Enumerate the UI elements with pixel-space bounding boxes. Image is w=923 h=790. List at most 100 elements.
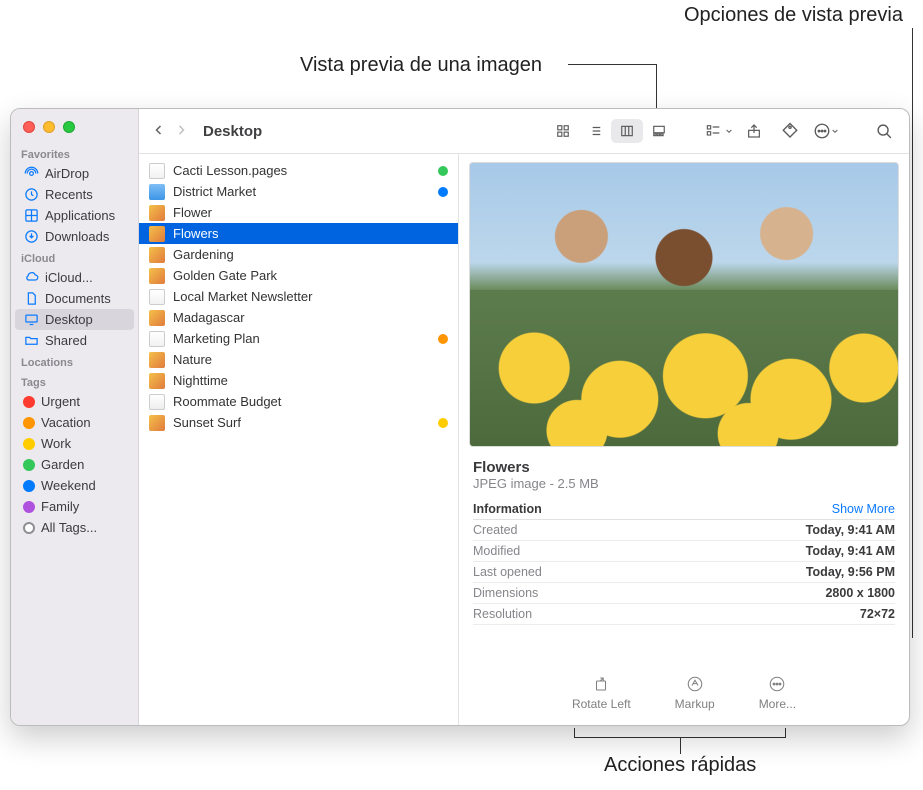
tag-dot-icon xyxy=(23,522,35,534)
tag-dot-icon xyxy=(23,438,35,450)
sidebar-tag-family[interactable]: Family xyxy=(15,496,134,517)
qa-label: Rotate Left xyxy=(572,697,631,711)
toolbar: Desktop xyxy=(139,109,909,154)
sidebar-item-airdrop[interactable]: AirDrop xyxy=(15,163,134,184)
file-tag-dot xyxy=(438,166,448,176)
view-column-button[interactable] xyxy=(611,119,643,143)
callout-line xyxy=(680,738,681,754)
file-row[interactable]: Local Market Newsletter xyxy=(139,286,458,307)
sidebar-tag-vacation[interactable]: Vacation xyxy=(15,412,134,433)
sidebar-item-label: Weekend xyxy=(41,478,96,493)
markup-action[interactable]: Markup xyxy=(675,675,715,711)
file-icon xyxy=(149,268,165,284)
sidebar-heading-favorites: Favorites xyxy=(11,143,138,163)
share-button[interactable] xyxy=(739,122,769,140)
file-row[interactable]: Cacti Lesson.pages xyxy=(139,160,458,181)
file-row[interactable]: Marketing Plan xyxy=(139,328,458,349)
file-icon xyxy=(149,310,165,326)
sidebar-item-recents[interactable]: Recents xyxy=(15,184,134,205)
tag-dot-icon xyxy=(23,501,35,513)
airdrop-icon xyxy=(23,166,39,181)
sidebar-tag-all-tags-[interactable]: All Tags... xyxy=(15,517,134,538)
apps-icon xyxy=(23,208,39,223)
sidebar-item-desktop[interactable]: Desktop xyxy=(15,309,134,330)
file-tag-dot xyxy=(438,334,448,344)
file-icon xyxy=(149,331,165,347)
file-name: Nature xyxy=(173,352,212,367)
file-row[interactable]: Madagascar xyxy=(139,307,458,328)
quick-actions: Rotate Left Markup More... xyxy=(473,663,895,725)
view-gallery-button[interactable] xyxy=(643,119,675,143)
sidebar-item-downloads[interactable]: Downloads xyxy=(15,226,134,247)
view-list-button[interactable] xyxy=(579,119,611,143)
sidebar-item-label: Work xyxy=(41,436,71,451)
show-more-button[interactable]: Show More xyxy=(832,502,895,516)
main-area: Desktop Cacti Lesson.pages District Marke… xyxy=(139,109,909,725)
info-value: 72×72 xyxy=(860,607,895,621)
sidebar-item-icloud-drive[interactable]: iCloud... xyxy=(15,267,134,288)
sidebar-item-label: Desktop xyxy=(45,312,93,327)
sidebar-item-label: Garden xyxy=(41,457,84,472)
file-name: Marketing Plan xyxy=(173,331,260,346)
preview-subtitle: JPEG image - 2.5 MB xyxy=(473,476,895,491)
sidebar-item-label: Applications xyxy=(45,208,115,223)
file-icon xyxy=(149,226,165,242)
sidebar-item-documents[interactable]: Documents xyxy=(15,288,134,309)
file-row[interactable]: Golden Gate Park xyxy=(139,265,458,286)
file-row[interactable]: Flower xyxy=(139,202,458,223)
rotate-icon xyxy=(592,675,610,693)
info-value: Today, 9:41 AM xyxy=(806,544,895,558)
sidebar-tag-weekend[interactable]: Weekend xyxy=(15,475,134,496)
sidebar-tag-work[interactable]: Work xyxy=(15,433,134,454)
back-button[interactable] xyxy=(153,123,165,140)
window-title: Desktop xyxy=(203,123,262,140)
file-row[interactable]: Nature xyxy=(139,349,458,370)
sidebar-tag-garden[interactable]: Garden xyxy=(15,454,134,475)
file-icon xyxy=(149,247,165,263)
callout-line xyxy=(568,64,656,65)
view-mode-segment xyxy=(547,119,675,143)
markup-icon xyxy=(686,675,704,693)
file-row[interactable]: Roommate Budget xyxy=(139,391,458,412)
minimize-button[interactable] xyxy=(43,121,55,133)
clock-icon xyxy=(23,187,39,202)
info-key: Dimensions xyxy=(473,586,538,600)
info-row: Dimensions2800 x 1800 xyxy=(473,583,895,604)
sidebar-item-shared[interactable]: Shared xyxy=(15,330,134,351)
tag-dot-icon xyxy=(23,417,35,429)
file-row[interactable]: Nighttime xyxy=(139,370,458,391)
view-icon-button[interactable] xyxy=(547,119,579,143)
file-row[interactable]: Flowers xyxy=(139,223,458,244)
more-action[interactable]: More... xyxy=(759,675,796,711)
file-icon xyxy=(149,163,165,179)
file-row[interactable]: Sunset Surf xyxy=(139,412,458,433)
action-button[interactable] xyxy=(811,122,841,140)
zoom-button[interactable] xyxy=(63,121,75,133)
file-name: Roommate Budget xyxy=(173,394,281,409)
group-button[interactable] xyxy=(703,123,733,139)
forward-button[interactable] xyxy=(175,123,187,140)
nav-buttons xyxy=(149,123,191,140)
sidebar-item-label: Vacation xyxy=(41,415,91,430)
file-row[interactable]: Gardening xyxy=(139,244,458,265)
sidebar-item-label: Recents xyxy=(45,187,93,202)
sidebar-item-label: iCloud... xyxy=(45,270,93,285)
info-value: Today, 9:56 PM xyxy=(806,565,895,579)
sidebar: Favorites AirDrop Recents Applications D… xyxy=(11,109,139,725)
sidebar-tag-urgent[interactable]: Urgent xyxy=(15,391,134,412)
callout-preview-options: Opciones de vista previa xyxy=(684,4,903,27)
sidebar-item-applications[interactable]: Applications xyxy=(15,205,134,226)
more-icon xyxy=(768,675,786,693)
sidebar-item-label: Family xyxy=(41,499,79,514)
search-button[interactable] xyxy=(869,123,899,140)
info-row: ModifiedToday, 9:41 AM xyxy=(473,541,895,562)
desktop-icon xyxy=(23,312,39,327)
tag-dot-icon xyxy=(23,480,35,492)
file-row[interactable]: District Market xyxy=(139,181,458,202)
rotate-left-action[interactable]: Rotate Left xyxy=(572,675,631,711)
file-name: Cacti Lesson.pages xyxy=(173,163,287,178)
sidebar-heading-tags: Tags xyxy=(11,371,138,391)
close-button[interactable] xyxy=(23,121,35,133)
tag-button[interactable] xyxy=(775,122,805,140)
callout-quick-actions: Acciones rápidas xyxy=(604,754,756,777)
